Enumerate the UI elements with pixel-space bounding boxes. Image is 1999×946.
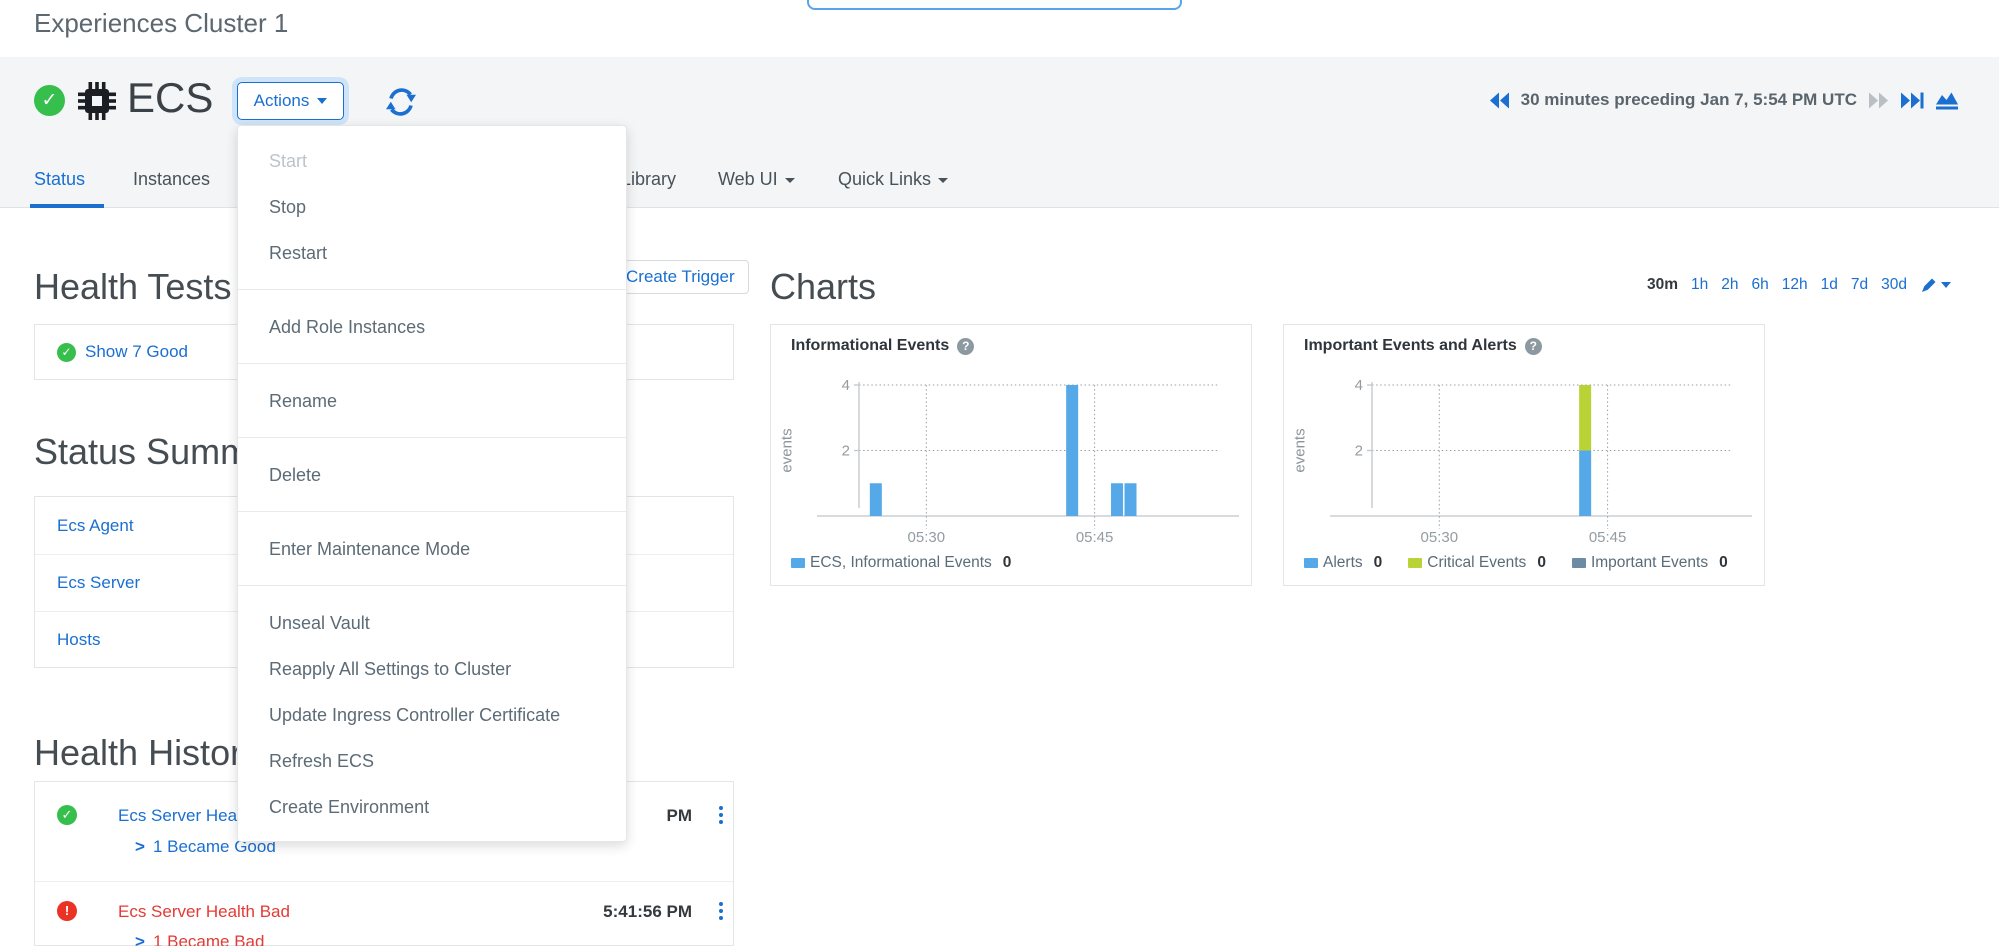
menu-item-restart[interactable]: Restart [238, 230, 626, 276]
range-30m[interactable]: 30m [1647, 276, 1678, 294]
show-good-link[interactable]: Show 7 Good [85, 342, 188, 362]
tab-instances[interactable]: Instances [133, 169, 210, 190]
ecs-server-link[interactable]: Ecs Server [57, 573, 140, 593]
legend-swatch [1408, 558, 1422, 568]
informational-events-chart[interactable]: 2 4 05:30 05:45 [771, 325, 1253, 551]
health-history-heading: Health History [34, 732, 260, 774]
cut-off-top-control[interactable] [807, 0, 1182, 10]
health-event-link[interactable]: Ecs Server Hea [118, 806, 237, 826]
health-tests-heading: Health Tests [34, 266, 231, 308]
svg-text:05:30: 05:30 [1421, 529, 1459, 546]
hosts-link[interactable]: Hosts [57, 630, 100, 650]
charts-heading: Charts [770, 266, 876, 308]
create-trigger-button[interactable]: Create Trigger [612, 260, 749, 294]
row-divider [35, 881, 733, 882]
service-name: ECS [127, 74, 213, 122]
svg-text:4: 4 [1355, 377, 1363, 394]
menu-divider [238, 511, 626, 512]
chart-range-selector: 30m 1h 2h 6h 12h 1d 7d 30d [1647, 276, 1951, 294]
range-30d[interactable]: 30d [1881, 276, 1907, 294]
chart-view-icon[interactable] [1934, 90, 1960, 110]
menu-item-unseal-vault[interactable]: Unseal Vault [238, 600, 626, 646]
caret-down-icon [785, 178, 795, 183]
menu-divider [238, 289, 626, 290]
time-range-label: 30 minutes preceding Jan 7, 5:54 PM UTC [1521, 90, 1857, 110]
chart-legend: Alerts 0 Critical Events 0 Important Eve… [1304, 554, 1728, 572]
actions-dropdown-menu: Start Stop Restart Add Role Instances Re… [237, 125, 627, 842]
svg-text:4: 4 [842, 377, 850, 394]
health-event-link[interactable]: Ecs Server Health Bad [118, 902, 290, 922]
menu-divider [238, 363, 626, 364]
chart-legend: ECS, Informational Events 0 [791, 554, 1011, 572]
svg-text:2: 2 [842, 443, 850, 460]
forward-disabled-icon[interactable] [1867, 92, 1889, 109]
time-range-control: 30 minutes preceding Jan 7, 5:54 PM UTC [1489, 90, 1960, 110]
chevron-right-icon: > [135, 932, 145, 946]
legend-item[interactable]: Alerts 0 [1304, 554, 1382, 572]
tab-web-ui[interactable]: Web UI [718, 169, 795, 190]
range-2h[interactable]: 2h [1721, 276, 1738, 294]
menu-item-stop[interactable]: Stop [238, 184, 626, 230]
svg-text:05:45: 05:45 [1076, 529, 1114, 546]
tab-status[interactable]: Status [34, 169, 85, 190]
range-1d[interactable]: 1d [1821, 276, 1838, 294]
service-health-good-icon [34, 85, 65, 116]
legend-item[interactable]: Critical Events 0 [1408, 554, 1546, 572]
refresh-icon[interactable] [383, 84, 419, 120]
rewind-icon[interactable] [1489, 92, 1511, 109]
became-bad-icon [57, 901, 77, 921]
skip-to-now-icon[interactable] [1899, 92, 1924, 109]
menu-item-refresh-ecs[interactable]: Refresh ECS [238, 738, 626, 784]
health-event-detail[interactable]: >1 Became Bad [135, 932, 264, 946]
pencil-icon [1920, 277, 1937, 294]
informational-events-chart-card: Informational Events events 2405:3005:45… [770, 324, 1252, 586]
menu-divider [238, 585, 626, 586]
actions-button[interactable]: Actions [237, 82, 344, 120]
menu-item-start[interactable]: Start [238, 138, 626, 184]
became-good-icon [57, 805, 77, 825]
svg-text:05:30: 05:30 [908, 529, 946, 546]
menu-divider [238, 437, 626, 438]
legend-item[interactable]: Important Events 0 [1572, 554, 1728, 572]
legend-swatch [1304, 558, 1318, 568]
active-tab-underline [30, 204, 104, 208]
chevron-right-icon: > [135, 837, 145, 856]
caret-down-icon [938, 178, 948, 183]
caret-down-icon [1941, 282, 1951, 288]
legend-item[interactable]: ECS, Informational Events 0 [791, 554, 1011, 572]
svg-text:2: 2 [1355, 443, 1363, 460]
tab-quick-links[interactable]: Quick Links [838, 169, 948, 190]
menu-item-reapply-all-settings[interactable]: Reapply All Settings to Cluster [238, 646, 626, 692]
kebab-menu-icon[interactable] [715, 806, 727, 827]
menu-item-enter-maintenance-mode[interactable]: Enter Maintenance Mode [238, 526, 626, 572]
health-event-time: 5:41:56 PM [532, 902, 692, 922]
kebab-menu-icon[interactable] [715, 902, 727, 923]
ecs-service-icon [78, 82, 116, 120]
menu-item-add-role-instances[interactable]: Add Role Instances [238, 304, 626, 350]
important-events-alerts-chart[interactable]: 2 4 05:30 05:45 [1284, 325, 1766, 551]
good-health-icon [57, 343, 76, 362]
ecs-agent-link[interactable]: Ecs Agent [57, 516, 134, 536]
edit-charts-control[interactable] [1920, 277, 1951, 294]
cluster-title: Experiences Cluster 1 [34, 8, 288, 39]
menu-item-rename[interactable]: Rename [238, 378, 626, 424]
important-events-alerts-chart-card: Important Events and Alerts events 2405:… [1283, 324, 1765, 586]
menu-item-update-ingress-certificate[interactable]: Update Ingress Controller Certificate [238, 692, 626, 738]
menu-item-create-environment[interactable]: Create Environment [238, 784, 626, 830]
menu-item-delete[interactable]: Delete [238, 452, 626, 498]
svg-text:05:45: 05:45 [1589, 529, 1627, 546]
range-6h[interactable]: 6h [1752, 276, 1769, 294]
legend-swatch [1572, 558, 1586, 568]
caret-down-icon [317, 98, 327, 104]
app-root: Experiences Cluster 1 ECS Actions 30 min… [0, 0, 1999, 946]
range-7d[interactable]: 7d [1851, 276, 1868, 294]
legend-swatch [791, 558, 805, 568]
range-12h[interactable]: 12h [1782, 276, 1808, 294]
range-1h[interactable]: 1h [1691, 276, 1708, 294]
